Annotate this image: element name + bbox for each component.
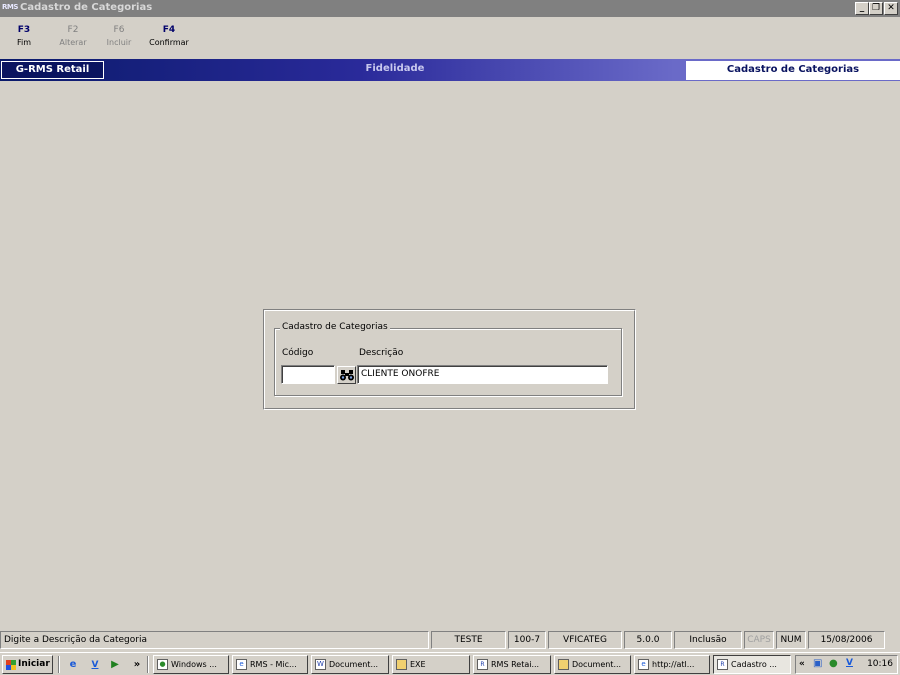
module-name: Fidelidade [365,63,425,74]
task-label: Document... [572,660,622,669]
rms-app-icon: RMS [2,3,18,11]
rms-icon: R [477,659,488,670]
taskbar: Iniciar e V ▶ » ● Windows ... e RMS - Mi… [0,652,900,675]
alterar-key: F2 [67,25,79,35]
windows-logo-icon [6,660,16,670]
task-label: Cadastro ... [731,660,777,669]
vb-tray-icon[interactable]: V [846,658,853,668]
incluir-key: F6 [113,25,125,35]
fim-label: Fim [16,38,32,47]
status-code: 100-7 [508,631,546,649]
category-groupbox [274,328,622,396]
task-document-folder[interactable]: Document... [554,655,631,674]
title-bar: RMS Cadastro de Categorias _ ❐ ✕ [0,0,900,17]
task-cadastro[interactable]: R Cadastro ... [713,655,791,674]
task-windows[interactable]: ● Windows ... [153,655,229,674]
task-label: EXE [410,660,426,669]
media-player-icon[interactable]: ▶ [108,658,122,672]
binoculars-icon [340,370,354,381]
confirmar-button[interactable]: F4 Confirmar [146,25,192,47]
restore-button[interactable]: ❐ [869,2,883,15]
codigo-label: Código [282,348,314,358]
task-http[interactable]: e http://atl... [634,655,710,674]
module-banner: G-RMS Retail Fidelidade Cadastro de Cate… [0,59,900,81]
status-program: VFICATEG [548,631,622,649]
close-button[interactable]: ✕ [884,2,898,15]
fim-key: F3 [17,25,31,35]
task-label: http://atl... [652,660,695,669]
confirmar-label: Confirmar [149,38,189,47]
status-date: 15/08/2006 [808,631,885,649]
alterar-button[interactable]: F2 Alterar [56,25,90,47]
network-icon[interactable]: ▣ [813,658,822,669]
fim-button[interactable]: F3 Fim [14,25,34,47]
alterar-label: Alterar [59,38,87,47]
start-label: Iniciar [18,659,50,669]
word-icon: W [315,659,326,670]
messenger-icon[interactable]: ● [829,658,838,669]
clock: 10:16 [867,659,893,669]
status-database: TESTE [431,631,506,649]
taskbar-separator [58,656,60,673]
descricao-label: Descrição [359,348,404,358]
minimize-button[interactable]: _ [855,2,869,15]
search-button[interactable] [337,366,356,384]
start-button[interactable]: Iniciar [2,655,53,674]
ie-icon: e [236,659,247,670]
rms-icon: R [717,659,728,670]
folder-icon [558,659,569,670]
confirmar-key: F4 [162,25,176,35]
ie-icon: e [638,659,649,670]
task-rms-mic[interactable]: e RMS - Mic... [232,655,308,674]
status-message: Digite a Descrição da Categoria [0,631,429,649]
groupbox-title: Cadastro de Categorias [280,322,390,332]
toolbar: F3 Fim F2 Alterar F6 Incluir F4 Confirma… [0,17,900,59]
incluir-label: Incluir [106,38,132,47]
status-bar: Digite a Descrição da Categoria TESTE 10… [0,630,900,650]
status-mode: Inclusão [674,631,742,649]
incluir-button[interactable]: F6 Incluir [104,25,134,47]
codigo-input[interactable] [281,365,335,384]
folder-icon [396,659,407,670]
task-rms-retail[interactable]: R RMS Retai... [473,655,551,674]
tray-chevron[interactable]: « [799,659,805,669]
vb-icon[interactable]: V [88,658,102,672]
task-label: Windows ... [171,660,217,669]
quicklaunch-chevron[interactable]: » [130,658,144,672]
task-document-word[interactable]: W Document... [311,655,389,674]
task-exe-folder[interactable]: EXE [392,655,470,674]
descricao-input[interactable]: CLIENTE ONOFRE [357,365,608,384]
status-caps: CAPS [744,631,774,649]
brand-label: G-RMS Retail [1,61,104,79]
screen-name: Cadastro de Categorias [686,61,900,80]
taskbar-separator [147,656,149,673]
ie-icon[interactable]: e [66,658,80,672]
system-tray: « ▣ ● V 10:16 [795,655,898,674]
window-title: Cadastro de Categorias [20,2,153,13]
users-icon: ● [157,659,168,670]
status-version: 5.0.0 [624,631,672,649]
task-label: RMS - Mic... [250,660,297,669]
status-num: NUM [776,631,806,649]
task-label: Document... [329,660,379,669]
task-label: RMS Retai... [491,660,540,669]
